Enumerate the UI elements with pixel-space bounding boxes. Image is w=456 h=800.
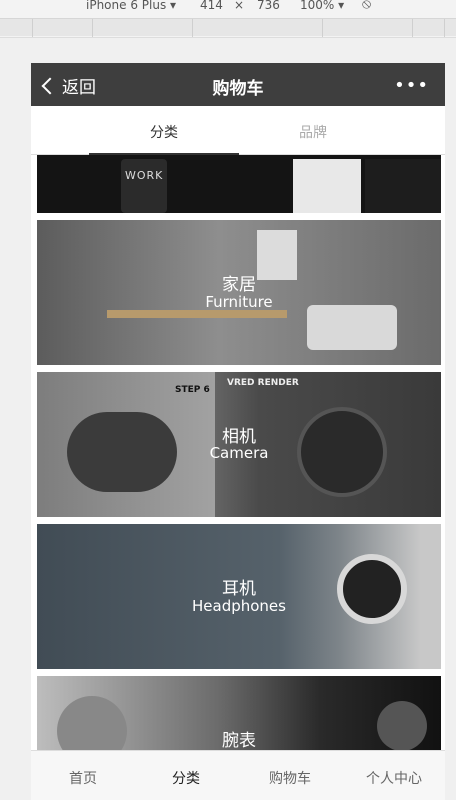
pillow-shape (307, 305, 397, 350)
desk-shape (107, 310, 287, 318)
category-title-zh: 腕表 (222, 731, 256, 751)
media-query-ruler (0, 18, 456, 37)
zoom-select[interactable]: 100% ▾ (300, 0, 344, 12)
tabbar-profile[interactable]: 个人中心 (366, 768, 422, 788)
tabbar-category[interactable]: 分类 (172, 768, 200, 788)
height-input[interactable]: 736 (257, 0, 280, 12)
category-title-zh: 家居 (222, 275, 256, 295)
category-title-zh: 耳机 (222, 579, 256, 599)
tab-brand[interactable]: 品牌 (299, 122, 327, 142)
device-select[interactable]: iPhone 6 Plus ▾ (86, 0, 176, 12)
vred-label: VRED RENDER (227, 378, 299, 388)
category-card-telephone[interactable]: WORK (37, 155, 441, 213)
tabbar-home[interactable]: 首页 (69, 768, 97, 788)
bottom-tab-bar: 首页 分类 购物车 个人中心 (31, 750, 445, 800)
banner-work-text: WORK (125, 169, 164, 182)
top-nav-bar: 返回 购物车 ••• (31, 63, 445, 106)
category-card-furniture[interactable]: 家居 Furniture (37, 220, 441, 365)
more-icon[interactable]: ••• (394, 75, 429, 96)
devtools-toolbar: iPhone 6 Plus ▾ 414 × 736 100% ▾ ⦸ (0, 0, 456, 38)
phone-viewport: 返回 购物车 ••• 分类 品牌 WORK 家居 Furniture STEP … (31, 63, 445, 800)
category-title-en: Camera (209, 444, 269, 462)
category-card-watch[interactable]: 腕表 (37, 676, 441, 756)
page-title: 购物车 (212, 79, 264, 99)
category-card-camera[interactable]: STEP 6 VRED RENDER 相机 Camera (37, 372, 441, 517)
width-input[interactable]: 414 (200, 0, 223, 12)
rotate-icon[interactable]: ⦸ (362, 0, 371, 12)
tabbar-cart[interactable]: 购物车 (269, 768, 311, 788)
category-tabs: 分类 品牌 (31, 106, 445, 155)
step-label: STEP 6 (175, 385, 210, 395)
category-card-headphones[interactable]: 耳机 Headphones (37, 524, 441, 669)
tab-category[interactable]: 分类 (150, 122, 178, 142)
dimension-separator: × (234, 0, 245, 12)
category-title-en: Headphones (192, 597, 286, 615)
category-title-en: Furniture (205, 293, 273, 311)
